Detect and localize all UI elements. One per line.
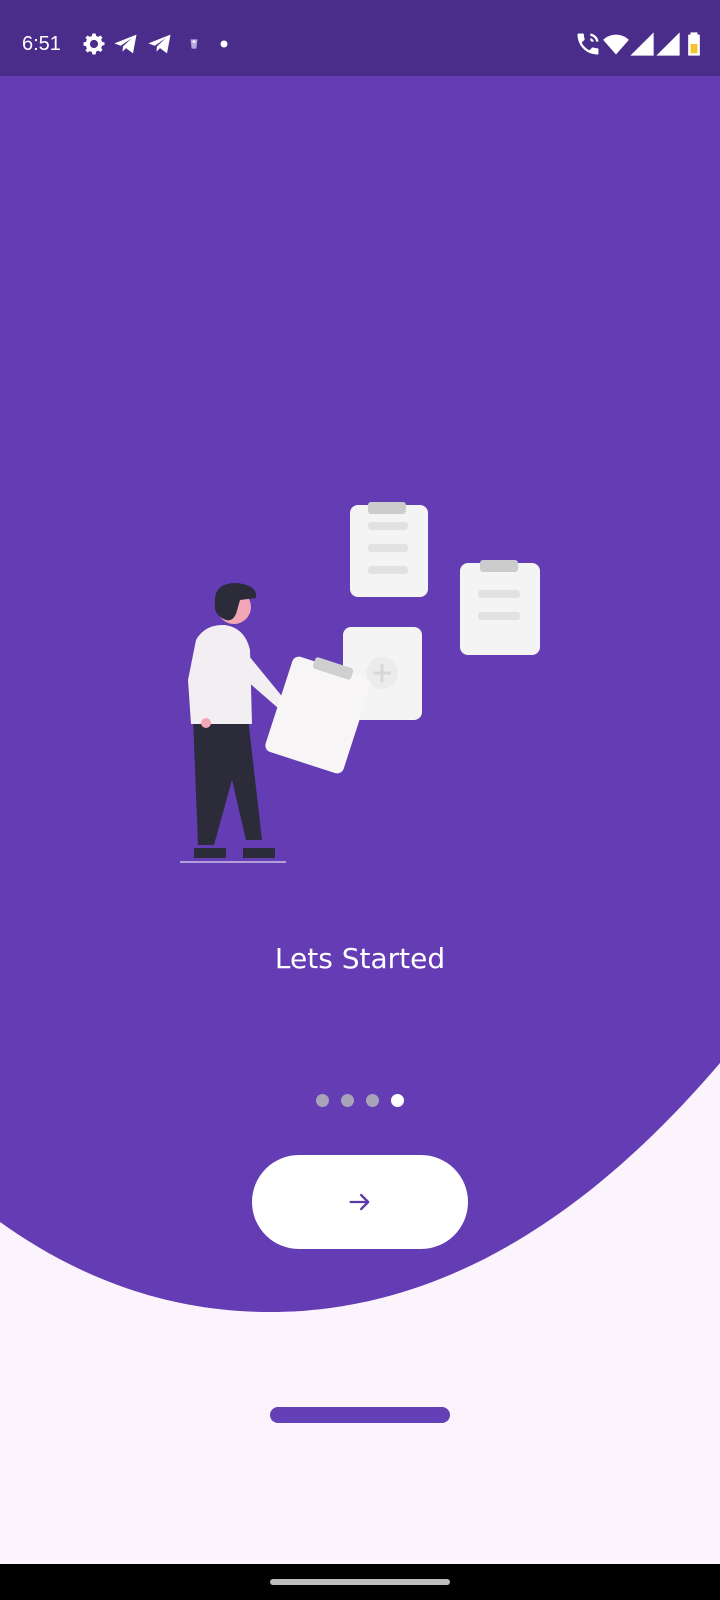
page-dot-1[interactable] [316, 1094, 329, 1107]
page-dot-2[interactable] [341, 1094, 354, 1107]
page-dot-3[interactable] [366, 1094, 379, 1107]
dot-icon [220, 40, 228, 48]
vpn-icon [190, 39, 198, 49]
battery-icon [688, 32, 700, 56]
gear-icon [83, 33, 105, 55]
onboarding-illustration [180, 502, 540, 863]
arrow-right-icon [349, 1193, 370, 1211]
signal-icon [656, 32, 680, 56]
next-button[interactable] [252, 1155, 468, 1249]
clipboard-right-image [460, 560, 540, 655]
telegram-icon [114, 34, 137, 54]
gesture-handle[interactable] [270, 1579, 450, 1585]
status-bar: 6:51 [0, 0, 720, 76]
progress-bar [270, 1407, 450, 1423]
page-indicator [0, 1094, 720, 1110]
status-time: 6:51 [22, 33, 61, 55]
page-dot-4-active[interactable] [391, 1094, 404, 1107]
onboarding-title: Lets Started [274, 942, 446, 975]
wifi-calling-icon [577, 33, 599, 55]
clipboard-top-image [350, 502, 428, 597]
telegram-icon [148, 34, 171, 54]
wifi-icon [603, 34, 629, 55]
signal-icon [630, 32, 654, 56]
